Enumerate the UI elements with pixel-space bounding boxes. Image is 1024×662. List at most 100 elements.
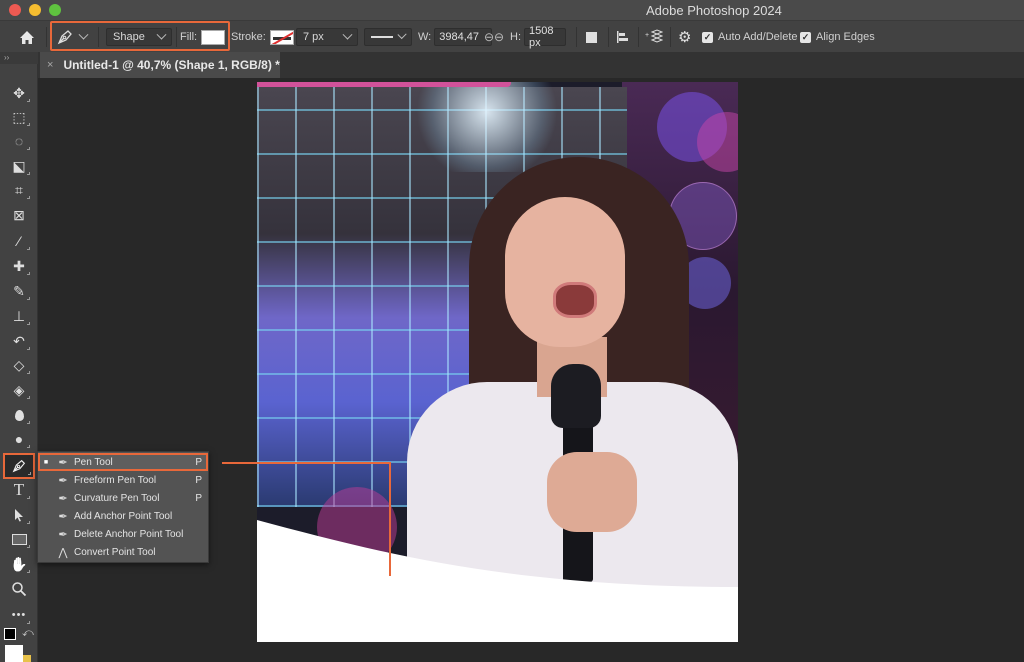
divider bbox=[176, 27, 177, 47]
white-wave-shape[interactable] bbox=[257, 82, 738, 642]
clone-stamp-tool[interactable]: ⊥ bbox=[6, 305, 32, 327]
close-tab-icon[interactable]: × bbox=[47, 59, 53, 71]
divider bbox=[608, 27, 609, 47]
toolbar-collapse-button[interactable]: ›› bbox=[0, 52, 38, 64]
chevron-down-icon bbox=[342, 29, 353, 40]
height-label: H: bbox=[510, 31, 521, 43]
menu-item-add-anchor-point-tool[interactable]: ✒ Add Anchor Point Tool bbox=[38, 507, 208, 525]
shortcut-label: P bbox=[195, 456, 202, 468]
rectangular-marquee-tool[interactable]: ⬚ bbox=[6, 106, 32, 128]
delete-anchor-point-icon: ✒ bbox=[58, 528, 68, 541]
app-title: Adobe Photoshop 2024 bbox=[646, 3, 782, 18]
lasso-icon: ◌ bbox=[14, 133, 24, 149]
align-edges-checkbox[interactable]: ✓ Align Edges bbox=[800, 21, 875, 53]
menu-item-label: Delete Anchor Point Tool bbox=[74, 528, 184, 540]
dodge-tool[interactable]: ● bbox=[6, 428, 32, 450]
document-tab-title: Untitled-1 @ 40,7% (Shape 1, RGB/8) * bbox=[63, 58, 280, 72]
pen-tool[interactable] bbox=[3, 453, 35, 479]
chevron-down-icon bbox=[397, 29, 407, 39]
brush-tool[interactable]: ✎ bbox=[6, 280, 32, 302]
arrow-cursor-icon bbox=[15, 509, 23, 522]
auto-add-delete-label: Auto Add/Delete bbox=[718, 31, 798, 43]
stroke-width-field[interactable]: 7 px bbox=[296, 28, 358, 46]
menu-item-curvature-pen-tool[interactable]: ✒ Curvature Pen Tool P bbox=[38, 489, 208, 507]
tool-preset-picker[interactable] bbox=[56, 21, 89, 53]
document-canvas[interactable] bbox=[257, 82, 738, 642]
eraser-icon: ◇ bbox=[13, 356, 25, 373]
document-tab[interactable]: × Untitled-1 @ 40,7% (Shape 1, RGB/8) * bbox=[40, 52, 280, 78]
convert-point-icon: ⋀ bbox=[58, 546, 68, 559]
tool-mode-select[interactable]: Shape bbox=[106, 28, 172, 46]
align-icon bbox=[617, 31, 628, 43]
divider bbox=[98, 27, 99, 47]
menu-item-pen-tool[interactable]: ■ ✒ Pen Tool P bbox=[38, 453, 208, 471]
menu-item-delete-anchor-point-tool[interactable]: ✒ Delete Anchor Point Tool bbox=[38, 525, 208, 543]
move-tool[interactable]: ✥ bbox=[6, 82, 32, 104]
link-dimensions-button[interactable]: ⊖⊖ bbox=[484, 21, 504, 53]
menu-item-label: Convert Point Tool bbox=[74, 546, 156, 558]
height-input[interactable]: 1508 px bbox=[524, 25, 566, 49]
callout-line-horizontal bbox=[222, 462, 390, 464]
fill-color-swatch[interactable] bbox=[201, 29, 226, 45]
minimize-window-button[interactable] bbox=[29, 4, 41, 16]
stroke-color-swatch[interactable] bbox=[269, 29, 294, 45]
tools-panel: ✥ ⬚ ◌ ⬕ ⌗ ⊠ ⁄ ✚ ✎ ⊥ ↶ ◇ ◈ ● T ✋ ••• bbox=[0, 64, 38, 662]
menu-item-freeform-pen-tool[interactable]: ✒ Freeform Pen Tool P bbox=[38, 471, 208, 489]
rectangle-icon bbox=[11, 533, 27, 545]
marquee-icon: ⬚ bbox=[12, 108, 26, 125]
align-edges-label: Align Edges bbox=[816, 31, 875, 43]
menu-item-convert-point-tool[interactable]: ⋀ Convert Point Tool bbox=[38, 543, 208, 561]
edit-toolbar-button[interactable]: ••• bbox=[6, 604, 32, 626]
eraser-tool[interactable]: ◇ bbox=[6, 354, 32, 376]
more-icon: ••• bbox=[11, 609, 27, 621]
history-brush-icon: ↶ bbox=[13, 332, 25, 349]
home-button[interactable] bbox=[14, 21, 40, 53]
fill-label: Fill: bbox=[180, 31, 198, 43]
hand-tool[interactable]: ✋ bbox=[6, 553, 32, 575]
menu-item-label: Freeform Pen Tool bbox=[74, 474, 157, 486]
wave-shape-path[interactable] bbox=[257, 520, 738, 642]
path-operations-icon bbox=[586, 31, 597, 43]
title-bar: Adobe Photoshop 2024 bbox=[0, 0, 1024, 20]
path-options-gear-button[interactable]: ⚙ bbox=[678, 21, 691, 53]
menu-item-label: Curvature Pen Tool bbox=[74, 492, 160, 504]
path-alignment-button[interactable] bbox=[616, 21, 630, 53]
menu-item-label: Pen Tool bbox=[74, 456, 113, 468]
paint-bucket-tool[interactable]: ◈ bbox=[6, 379, 32, 401]
shortcut-label: P bbox=[195, 492, 202, 504]
blur-tool[interactable] bbox=[6, 404, 32, 426]
zoom-tool[interactable] bbox=[6, 578, 32, 600]
stroke-line-preview bbox=[371, 36, 393, 38]
rectangle-tool[interactable] bbox=[6, 528, 32, 550]
crop-icon: ⌗ bbox=[15, 181, 23, 198]
maximize-window-button[interactable] bbox=[49, 4, 61, 16]
water-drop-icon bbox=[14, 409, 24, 421]
divider bbox=[46, 27, 47, 47]
object-selection-icon: ⬕ bbox=[12, 157, 26, 174]
default-colors-button[interactable] bbox=[4, 628, 16, 640]
type-icon: T bbox=[13, 480, 25, 499]
path-operations-button[interactable] bbox=[586, 21, 597, 53]
auto-add-delete-checkbox[interactable]: ✓ Auto Add/Delete bbox=[702, 21, 798, 53]
spot-healing-brush-tool[interactable]: ✚ bbox=[6, 255, 32, 277]
path-arrangement-button[interactable]: + bbox=[645, 21, 663, 53]
crop-tool[interactable]: ⌗ bbox=[6, 179, 32, 201]
object-selection-tool[interactable]: ⬕ bbox=[6, 155, 32, 177]
close-window-button[interactable] bbox=[9, 4, 21, 16]
swap-colors-icon[interactable]: ⤺ bbox=[22, 627, 34, 640]
callout-line-vertical bbox=[389, 462, 391, 576]
path-selection-tool[interactable] bbox=[6, 504, 32, 526]
eyedropper-tool[interactable]: ⁄ bbox=[6, 230, 32, 252]
chevron-down-icon bbox=[78, 29, 89, 40]
checkmark-icon: ✓ bbox=[702, 31, 713, 43]
foreground-color-swatch[interactable] bbox=[5, 645, 23, 662]
history-brush-tool[interactable]: ↶ bbox=[6, 330, 32, 352]
brush-icon: ✎ bbox=[13, 282, 25, 299]
type-tool[interactable]: T bbox=[6, 479, 32, 501]
divider bbox=[670, 27, 671, 47]
quick-mask-button[interactable] bbox=[23, 655, 31, 662]
stroke-type-select[interactable] bbox=[364, 28, 412, 46]
lasso-tool[interactable]: ◌ bbox=[6, 130, 32, 152]
frame-tool[interactable]: ⊠ bbox=[6, 204, 32, 226]
frame-icon: ⊠ bbox=[13, 206, 25, 223]
